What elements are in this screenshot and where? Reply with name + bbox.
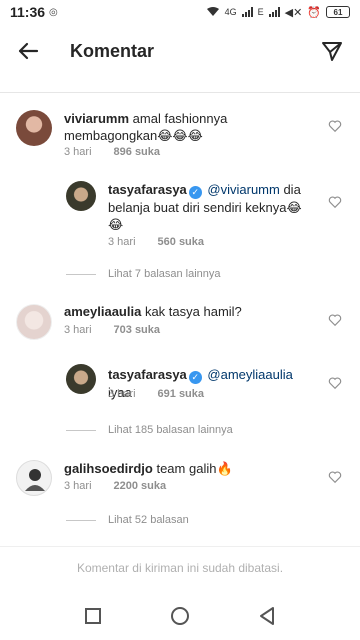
comment-meta: 3 hari 560 suka: [108, 236, 204, 248]
heart-outline-icon[interactable]: [328, 376, 342, 390]
comment-mention[interactable]: @viviarumm: [207, 182, 279, 197]
divider-line: [66, 429, 96, 431]
battery-indicator: 61: [326, 6, 350, 18]
comment-likes[interactable]: 2200 suka: [114, 480, 167, 492]
heart-outline-icon[interactable]: [328, 313, 342, 327]
view-more-label: Lihat 7 balasan lainnya: [108, 268, 221, 280]
network-label: 4G: [224, 7, 237, 17]
system-navigation-bar: [0, 592, 360, 640]
comment-meta: 3 hari 2200 suka: [64, 480, 166, 492]
network-label-2: E: [257, 7, 264, 17]
comment-meta: 3 hari 703 suka: [64, 324, 160, 336]
share-button[interactable]: [304, 24, 360, 78]
home-button[interactable]: [160, 596, 200, 636]
paper-plane-icon: [322, 42, 342, 61]
comment-body: galihsoedirdjo team galih🔥: [64, 460, 314, 477]
verified-badge-icon: ✓: [188, 371, 202, 384]
heart-outline-icon[interactable]: [328, 119, 342, 133]
comments-limited-notice: Komentar di kiriman ini sudah dibatasi.: [76, 561, 284, 575]
comment-username[interactable]: galihsoedirdjo: [64, 461, 153, 476]
avatar[interactable]: [16, 110, 52, 146]
comment-time: 3 hari: [64, 324, 92, 336]
view-more-label: Lihat 185 balasan lainnya: [108, 424, 233, 436]
square-icon: [85, 608, 102, 624]
view-more-label: Lihat 52 balasan: [108, 514, 189, 526]
recents-button[interactable]: [73, 596, 113, 636]
comment-meta: 3 hari 691 suka: [108, 388, 204, 400]
comment-time: 3 hari: [64, 480, 92, 492]
view-more-replies[interactable]: Lihat 7 balasan lainnya: [66, 268, 221, 280]
page-title: Komentar: [70, 40, 155, 61]
comment-time: 3 hari: [108, 388, 136, 400]
signal-icon-2: [268, 7, 280, 17]
comment-username[interactable]: ameyliaaulia: [64, 304, 141, 319]
heart-outline-icon[interactable]: [328, 470, 342, 484]
back-button[interactable]: [0, 24, 56, 78]
comment-body: viviarumm amal fashionnya membagongkan😂😂…: [64, 110, 314, 144]
system-back-button[interactable]: [247, 596, 287, 636]
signal-icon: [241, 7, 253, 17]
footer-divider: [0, 546, 360, 547]
mute-icon: ◀✕: [284, 6, 303, 19]
avatar[interactable]: [16, 460, 52, 496]
comment-mention[interactable]: @ameyliaaulia: [207, 367, 292, 382]
avatar-illustration-icon: [25, 469, 45, 491]
status-time: 11:36: [10, 4, 46, 20]
verified-badge-icon: ✓: [188, 186, 202, 199]
comment-likes[interactable]: 691 suka: [158, 388, 204, 400]
view-more-replies[interactable]: Lihat 185 balasan lainnya: [66, 424, 233, 436]
status-icons: 4G E ◀✕ ⏰ 61: [206, 6, 350, 19]
whatsapp-notification-icon: ◎: [49, 6, 58, 18]
circle-icon: [170, 607, 189, 625]
comment-meta: 3 hari 896 suka: [64, 146, 160, 158]
comment-username[interactable]: viviarumm: [64, 111, 129, 126]
avatar[interactable]: [66, 364, 96, 394]
avatar[interactable]: [16, 304, 52, 340]
comment-body: tasyafarasya ✓ @viviarumm dia belanja bua…: [108, 181, 313, 233]
comment-likes[interactable]: 703 suka: [114, 324, 160, 336]
comment-time: 3 hari: [108, 236, 136, 248]
wifi-icon: [206, 6, 220, 19]
avatar[interactable]: [66, 181, 96, 211]
comment-body: ameyliaaulia kak tasya hamil?: [64, 303, 314, 320]
header: Komentar: [0, 24, 360, 78]
heart-outline-icon[interactable]: [328, 195, 342, 209]
comment-username[interactable]: tasyafarasya: [108, 367, 187, 382]
comment-username[interactable]: tasyafarasya: [108, 182, 187, 197]
comment-text: kak tasya hamil?: [144, 304, 242, 319]
comment-likes[interactable]: 560 suka: [158, 236, 204, 248]
comment-text: team galih🔥: [156, 461, 233, 476]
view-more-replies[interactable]: Lihat 52 balasan: [66, 514, 189, 526]
status-bar: 11:36 ◎ 4G E ◀✕ ⏰ 61: [0, 0, 360, 24]
comment-likes[interactable]: 896 suka: [114, 146, 160, 158]
header-divider: [0, 92, 360, 93]
triangle-back-icon: [259, 607, 274, 625]
arrow-left-icon: [18, 42, 39, 60]
alarm-icon: ⏰: [307, 6, 321, 19]
comment-time: 3 hari: [64, 146, 92, 158]
divider-line: [66, 273, 96, 275]
divider-line: [66, 519, 96, 521]
